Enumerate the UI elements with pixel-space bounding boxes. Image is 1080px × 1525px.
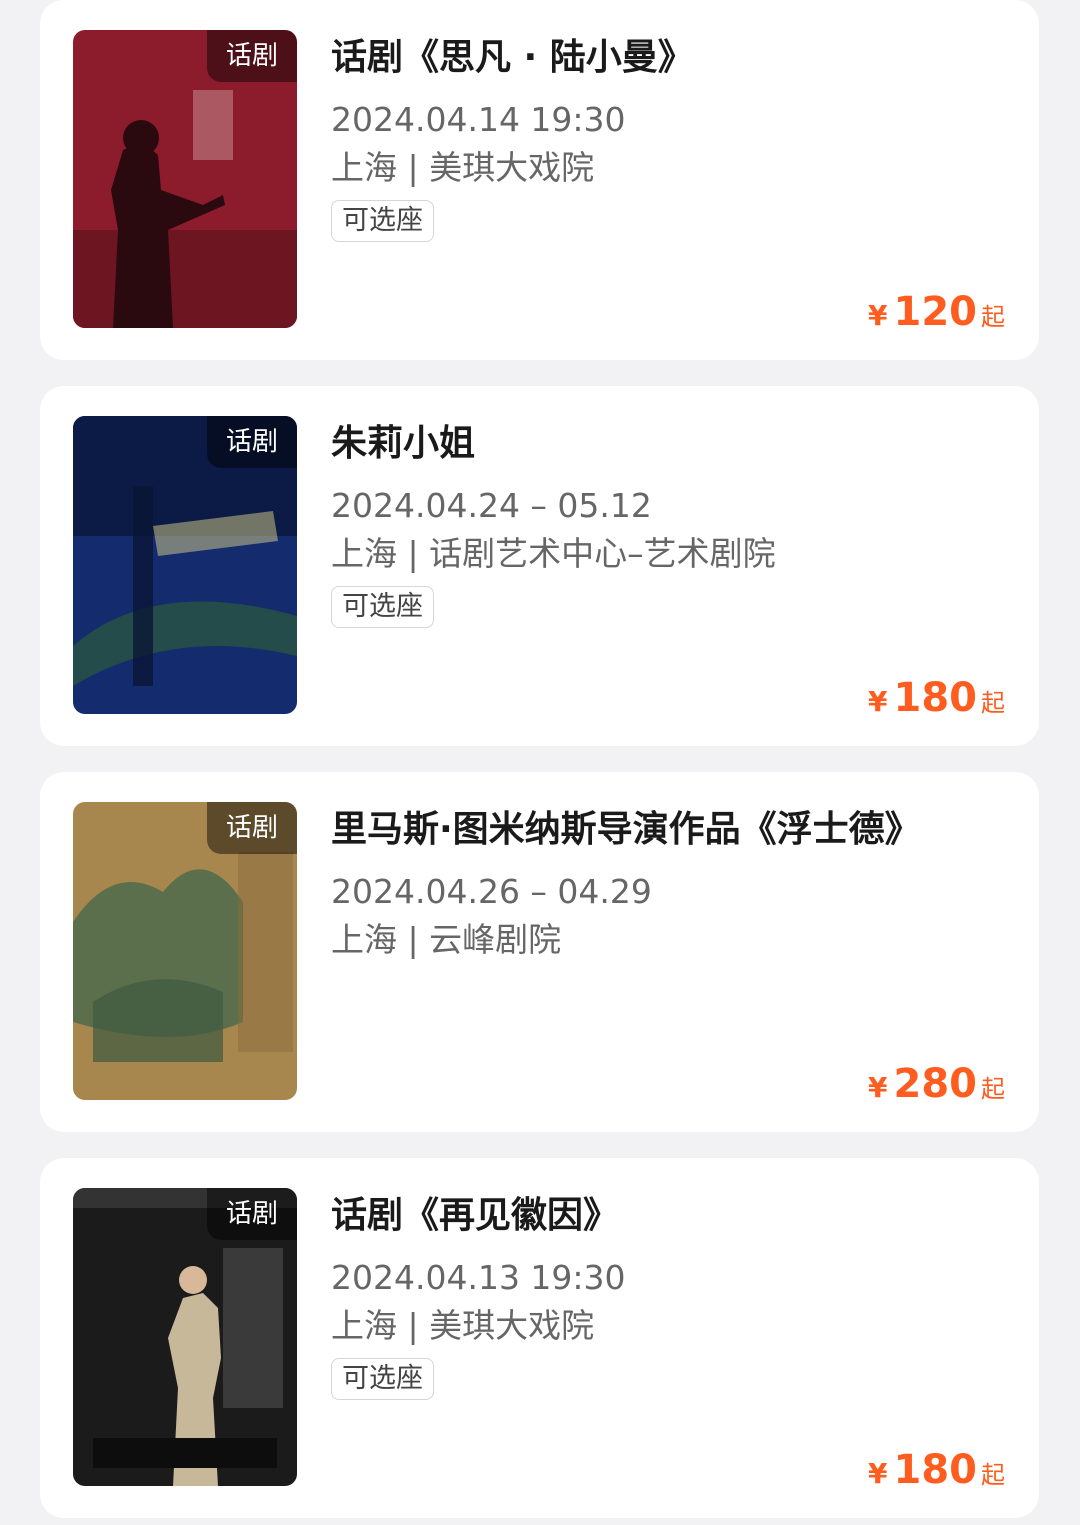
show-card[interactable]: 话剧 里马斯·图米纳斯导演作品《浮士德》 2024.04.26 – 04.29 …: [40, 772, 1039, 1132]
show-date: 2024.04.24 – 05.12: [331, 486, 652, 525]
category-tag: 话剧: [207, 1188, 297, 1240]
show-venue: 上海 | 云峰剧院: [331, 920, 562, 959]
show-title[interactable]: 里马斯·图米纳斯导演作品《浮士德》: [331, 808, 1011, 852]
show-card[interactable]: 话剧 朱莉小姐 2024.04.24 – 05.12 上海 | 话剧艺术中心–艺…: [40, 386, 1039, 746]
price-value: 120: [893, 289, 978, 335]
show-poster[interactable]: 话剧: [73, 802, 297, 1100]
seat-selectable-badge: 可选座: [331, 586, 434, 628]
show-poster[interactable]: 话剧: [73, 1188, 297, 1486]
currency-symbol: ¥: [868, 299, 888, 332]
show-card[interactable]: 话剧 话剧《再见徽因》 2024.04.13 19:30 上海 | 美琪大戏院 …: [40, 1158, 1039, 1518]
price-suffix: 起: [981, 1461, 1005, 1489]
price-label: ¥180 起: [868, 676, 1005, 728]
seat-selectable-badge: 可选座: [331, 1358, 434, 1400]
price-value: 180: [893, 675, 978, 721]
category-tag: 话剧: [207, 802, 297, 854]
price-suffix: 起: [981, 1075, 1005, 1103]
category-tag: 话剧: [207, 30, 297, 82]
price-label: ¥120 起: [868, 290, 1005, 342]
show-venue: 上海 | 话剧艺术中心–艺术剧院: [331, 534, 776, 573]
currency-symbol: ¥: [868, 1071, 888, 1104]
price-suffix: 起: [981, 303, 1005, 331]
show-poster[interactable]: 话剧: [73, 416, 297, 714]
show-title[interactable]: 话剧《再见徽因》: [331, 1194, 1011, 1238]
show-poster[interactable]: 话剧: [73, 30, 297, 328]
category-tag: 话剧: [207, 416, 297, 468]
show-title[interactable]: 朱莉小姐: [331, 422, 1011, 466]
show-date: 2024.04.13 19:30: [331, 1258, 626, 1297]
price-suffix: 起: [981, 689, 1005, 717]
show-venue: 上海 | 美琪大戏院: [331, 148, 595, 187]
show-card[interactable]: 话剧 话剧《思凡 · 陆小曼》 2024.04.14 19:30 上海 | 美琪…: [40, 0, 1039, 360]
price-label: ¥180 起: [868, 1448, 1005, 1500]
price-label: ¥280 起: [868, 1062, 1005, 1114]
show-date: 2024.04.14 19:30: [331, 100, 626, 139]
currency-symbol: ¥: [868, 1457, 888, 1490]
currency-symbol: ¥: [868, 685, 888, 718]
seat-selectable-badge: 可选座: [331, 200, 434, 242]
price-value: 180: [893, 1447, 978, 1493]
show-date: 2024.04.26 – 04.29: [331, 872, 652, 911]
price-value: 280: [893, 1061, 978, 1107]
show-title[interactable]: 话剧《思凡 · 陆小曼》: [331, 36, 1011, 80]
show-venue: 上海 | 美琪大戏院: [331, 1306, 595, 1345]
